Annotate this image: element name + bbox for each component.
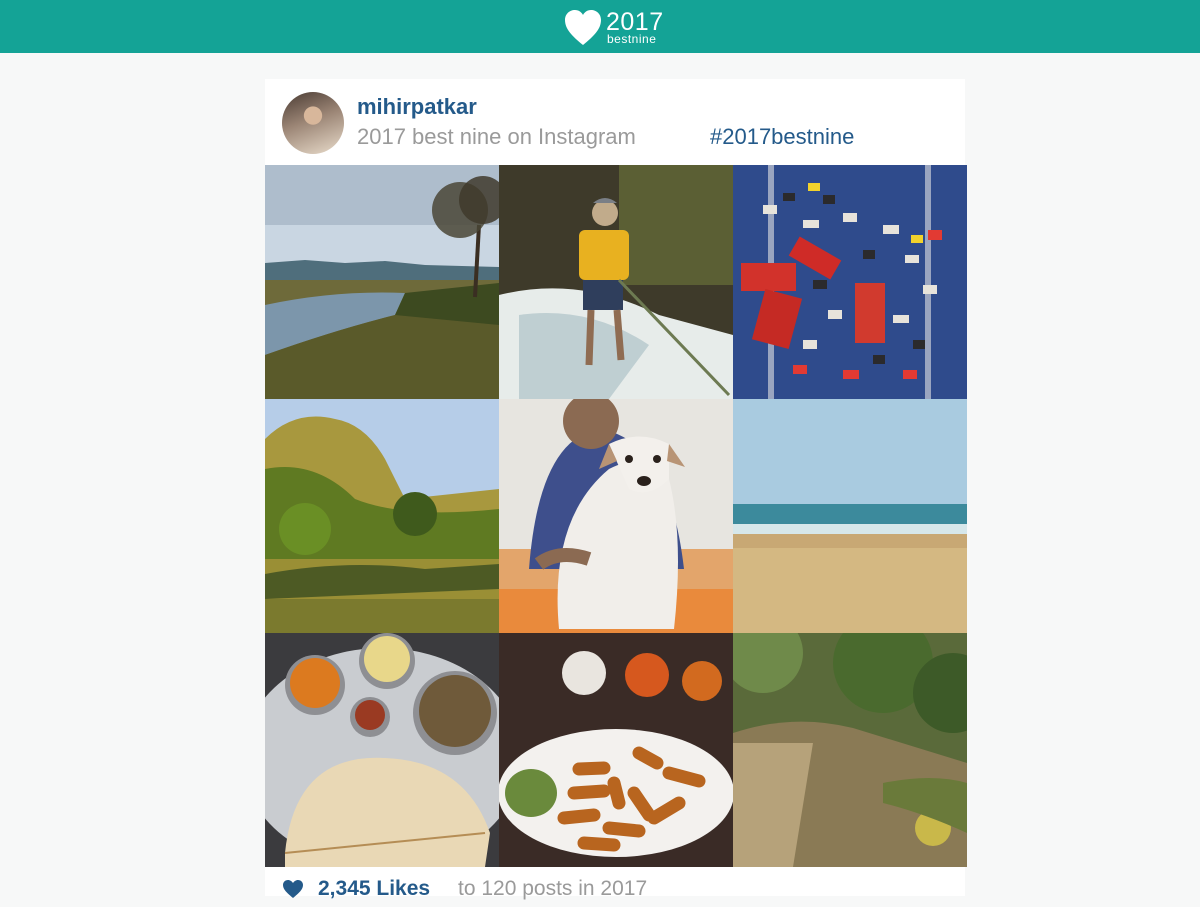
photo-tile[interactable] <box>733 633 967 867</box>
top-bar: 2017 bestnine <box>0 0 1200 53</box>
photo-tile[interactable] <box>499 399 733 633</box>
photo-tile[interactable] <box>499 165 733 399</box>
photo-tile[interactable] <box>733 399 967 633</box>
photo-dog <box>499 399 733 633</box>
heart-icon <box>565 10 601 45</box>
photo-tile[interactable] <box>499 633 733 867</box>
post-caption: 2017 best nine on Instagram <box>357 124 636 149</box>
photo-cliffs <box>265 399 499 633</box>
posts-summary: to 120 posts in 2017 <box>458 877 648 900</box>
photo-beach <box>733 399 967 633</box>
photo-grid <box>265 165 967 867</box>
photo-tile[interactable] <box>265 165 499 399</box>
heart-icon[interactable] <box>282 879 304 899</box>
photo-tile[interactable] <box>733 165 967 399</box>
photo-tile[interactable] <box>265 633 499 867</box>
logo-word: bestnine <box>607 32 657 46</box>
photo-toy-cars <box>733 165 967 399</box>
post-footer: 2,345 Likes to 120 posts in 2017 <box>282 877 962 907</box>
post-card: mihirpatkar 2017 best nine on Instagram … <box>265 79 967 900</box>
photo-river <box>265 165 499 399</box>
bestnine-logo[interactable]: 2017 bestnine <box>563 6 673 48</box>
username[interactable]: mihirpatkar <box>357 94 477 120</box>
photo-tile[interactable] <box>265 399 499 633</box>
photo-thali <box>265 633 499 867</box>
photo-forest-path <box>733 633 967 867</box>
photo-snacks <box>499 633 733 867</box>
likes-count[interactable]: 2,345 Likes <box>318 877 430 901</box>
hashtag-link[interactable]: #2017bestnine <box>710 124 854 150</box>
avatar[interactable] <box>282 92 344 154</box>
photo-waterfall <box>499 165 733 399</box>
